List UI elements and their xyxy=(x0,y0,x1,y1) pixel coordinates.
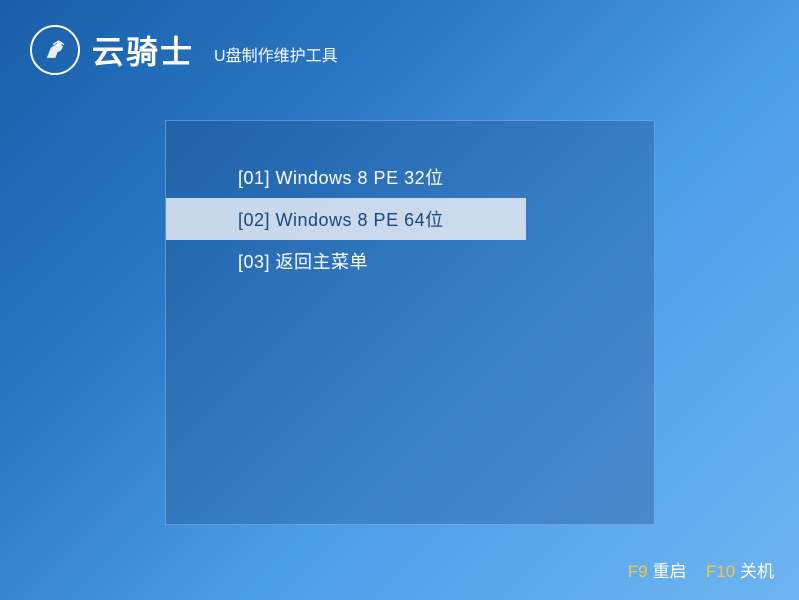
menu-item-return-main[interactable]: [03] 返回主菜单 xyxy=(166,240,526,282)
hotkey-f9: F9 xyxy=(628,562,648,581)
menu-item-win8pe-32[interactable]: [01] Windows 8 PE 32位 xyxy=(166,156,526,198)
boot-menu: [01] Windows 8 PE 32位 [02] Windows 8 PE … xyxy=(165,120,655,525)
hotkey-f9-label: 重启 xyxy=(653,562,687,581)
knight-logo-icon xyxy=(30,25,80,75)
subtitle: U盘制作维护工具 xyxy=(214,34,338,66)
hotkey-f10-label: 关机 xyxy=(740,562,774,581)
footer-hotkeys: F9 重启 F10 关机 xyxy=(628,557,774,582)
header: 云骑士 U盘制作维护工具 xyxy=(0,0,799,100)
hotkey-f10: F10 xyxy=(706,562,735,581)
brand-name: 云骑士 xyxy=(92,27,194,73)
menu-item-win8pe-64[interactable]: [02] Windows 8 PE 64位 xyxy=(166,198,526,240)
